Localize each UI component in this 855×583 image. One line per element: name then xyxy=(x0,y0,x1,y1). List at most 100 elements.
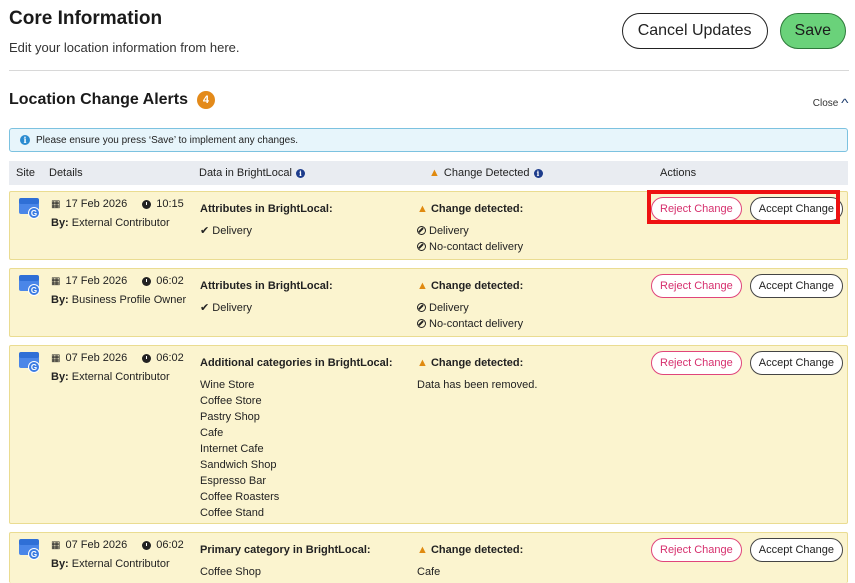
data-item: ✔ Delivery xyxy=(200,302,253,314)
change-item: No-contact delivery xyxy=(417,239,523,255)
clock-icon xyxy=(142,353,152,363)
data-item: Coffee Roasters xyxy=(200,491,280,503)
row-time: 06:02 xyxy=(156,539,184,551)
calendar-icon: ▦ xyxy=(51,352,61,364)
data-item: Coffee Store xyxy=(200,395,262,407)
by-prefix: By: xyxy=(51,294,69,306)
data-item: Espresso Bar xyxy=(200,475,267,487)
author-name: External Contributor xyxy=(71,558,170,570)
accept-change-button[interactable]: Accept Change xyxy=(749,351,843,375)
prohibited-icon xyxy=(417,303,426,312)
data-in-brightlocal: Attributes in BrightLocal: ✔ Delivery xyxy=(200,280,333,316)
checkmark-icon: ✔ xyxy=(200,302,210,314)
save-button[interactable]: Save xyxy=(779,13,846,49)
change-heading: ▲ Change detected: xyxy=(417,280,524,292)
table-header: Site Details Data in BrightLocal i ▲ Cha… xyxy=(9,161,848,185)
row-date: 07 Feb 2026 xyxy=(65,539,128,551)
info-icon[interactable]: i xyxy=(295,168,305,178)
change-heading: ▲ Change detected: xyxy=(417,544,524,556)
accept-change-button[interactable]: Accept Change xyxy=(749,274,843,298)
change-detected: ▲ Change detected: Cafe xyxy=(417,544,523,580)
change-detected: ▲ Change detected: Delivery No-contact d… xyxy=(417,280,523,332)
change-item: No-contact delivery xyxy=(417,316,523,332)
col-details: Details xyxy=(49,167,83,179)
row-actions: Reject Change Accept Change xyxy=(651,274,843,298)
row-author: By: External Contributor xyxy=(51,558,170,570)
data-item: ✔ Delivery xyxy=(200,225,253,237)
data-in-brightlocal: Attributes in BrightLocal: ✔ Delivery xyxy=(200,203,333,239)
change-item: Delivery xyxy=(417,223,523,239)
alerts-count-badge: 4 xyxy=(196,91,215,109)
header-actions: Cancel Updates Save xyxy=(621,13,846,49)
warning-triangle-icon: ▲ xyxy=(417,203,428,215)
close-label: Close xyxy=(812,97,839,109)
prohibited-icon xyxy=(417,242,426,251)
row-time: 06:02 xyxy=(156,352,184,364)
clock-icon xyxy=(142,276,152,286)
info-icon: i xyxy=(20,135,30,145)
col-data: Data in BrightLocal i xyxy=(199,167,305,179)
row-date: 17 Feb 2026 xyxy=(65,198,128,210)
warning-triangle-icon: ▲ xyxy=(429,167,440,179)
row-date: 17 Feb 2026 xyxy=(65,275,128,287)
save-notice: i Please ensure you press ‘Save’ to impl… xyxy=(9,128,848,152)
highlight-box xyxy=(647,190,840,224)
data-heading: Primary category in BrightLocal: xyxy=(200,544,371,556)
calendar-icon: ▦ xyxy=(51,198,61,210)
change-item: Delivery xyxy=(417,300,523,316)
table-row: G ▦ 07 Feb 2026 06:02 By: External Contr… xyxy=(9,532,848,583)
author-name: External Contributor xyxy=(71,217,170,229)
alerts-heading: Location Change Alerts 4 xyxy=(9,91,215,109)
reject-change-button[interactable]: Reject Change xyxy=(651,351,742,375)
reject-change-button[interactable]: Reject Change xyxy=(651,274,742,298)
row-author: By: External Contributor xyxy=(51,217,170,229)
by-prefix: By: xyxy=(51,558,69,570)
header-divider xyxy=(9,70,849,71)
info-icon[interactable]: i xyxy=(533,168,543,178)
col-change: ▲ Change Detected i xyxy=(429,167,543,179)
table-row: G ▦ 17 Feb 2026 06:02 By: Business Profi… xyxy=(9,268,848,337)
data-in-brightlocal: Primary category in BrightLocal: Coffee … xyxy=(200,544,371,580)
warning-triangle-icon: ▲ xyxy=(417,544,428,556)
google-business-profile-icon: G xyxy=(19,352,41,374)
row-time: 06:02 xyxy=(156,275,184,287)
change-text: Cafe xyxy=(417,566,441,578)
row-datetime: ▦ 17 Feb 2026 10:15 xyxy=(51,198,184,210)
col-site: Site xyxy=(16,167,35,179)
clock-icon xyxy=(142,540,152,550)
accept-change-button[interactable]: Accept Change xyxy=(749,538,843,562)
row-datetime: ▦ 17 Feb 2026 06:02 xyxy=(51,275,184,287)
change-heading: ▲ Change detected: xyxy=(417,203,524,215)
row-author: By: Business Profile Owner xyxy=(51,294,186,306)
calendar-icon: ▦ xyxy=(51,539,61,551)
table-row: G ▦ 07 Feb 2026 06:02 By: External Contr… xyxy=(9,345,848,524)
google-business-profile-icon: G xyxy=(19,275,41,297)
warning-triangle-icon: ▲ xyxy=(417,357,428,369)
author-name: External Contributor xyxy=(71,371,170,383)
notice-text: Please ensure you press ‘Save’ to implem… xyxy=(36,134,298,146)
col-actions: Actions xyxy=(660,167,697,179)
row-date: 07 Feb 2026 xyxy=(65,352,128,364)
cancel-updates-button[interactable]: Cancel Updates xyxy=(621,13,768,49)
page-header: Core Information Edit your location info… xyxy=(9,8,846,70)
close-alerts-link[interactable]: Close ^ xyxy=(812,96,849,110)
data-item: Coffee Shop xyxy=(200,566,261,578)
chevron-up-icon: ^ xyxy=(841,96,849,110)
reject-change-button[interactable]: Reject Change xyxy=(651,538,742,562)
prohibited-icon xyxy=(417,319,426,328)
data-item: Internet Cafe xyxy=(200,443,264,455)
col-change-label: Change Detected xyxy=(443,167,530,179)
alerts-title: Location Change Alerts xyxy=(9,91,188,108)
data-heading: Additional categories in BrightLocal: xyxy=(200,357,393,369)
prohibited-icon xyxy=(417,226,426,235)
checkmark-icon: ✔ xyxy=(200,225,210,237)
change-text: Data has been removed. xyxy=(417,379,538,391)
data-item: Coffee Stand xyxy=(200,507,265,519)
data-heading: Attributes in BrightLocal: xyxy=(200,203,333,215)
data-item: Wine Store xyxy=(200,379,255,391)
by-prefix: By: xyxy=(51,217,69,229)
change-detected: ▲ Change detected: Data has been removed… xyxy=(417,357,537,393)
warning-triangle-icon: ▲ xyxy=(417,280,428,292)
row-time: 10:15 xyxy=(156,198,184,210)
data-item: Sandwich Shop xyxy=(200,459,277,471)
